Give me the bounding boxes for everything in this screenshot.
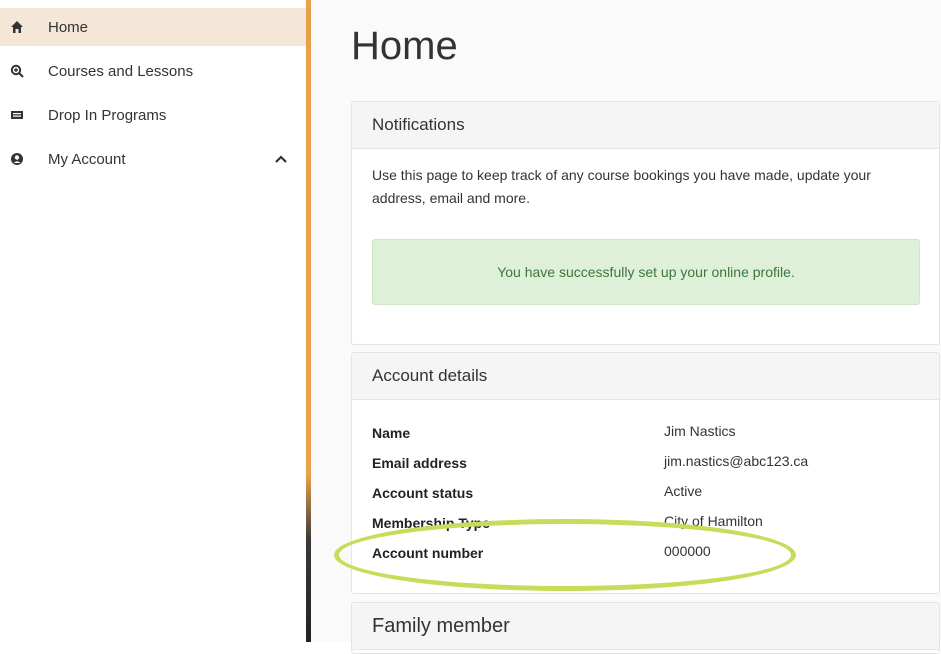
detail-value: Active <box>664 483 703 499</box>
highlight-annotation <box>334 519 796 591</box>
detail-row-email: Email address jim.nastics@abc123.ca <box>372 453 912 485</box>
search-icon <box>10 64 24 78</box>
success-alert: You have successfully set up your online… <box>372 239 920 305</box>
ticket-icon <box>10 108 24 122</box>
notifications-header: Notifications <box>352 102 939 149</box>
success-message: You have successfully set up your online… <box>497 264 795 280</box>
account-details-header: Account details <box>352 353 939 400</box>
page-title: Home <box>351 24 458 68</box>
sidebar-item-drop-in[interactable]: Drop In Programs <box>0 96 306 134</box>
sidebar-item-my-account[interactable]: My Account <box>0 140 306 178</box>
sidebar-item-label: Drop In Programs <box>48 106 167 124</box>
sidebar: Home Courses and Lessons Drop In Program… <box>0 0 306 642</box>
detail-value: Jim Nastics <box>664 423 736 439</box>
detail-label: Name <box>372 425 411 441</box>
chevron-up-icon[interactable] <box>274 152 288 166</box>
sidebar-item-label: My Account <box>48 150 126 168</box>
family-member-panel: Family member <box>351 602 940 654</box>
detail-row-status: Account status Active <box>372 483 912 515</box>
sidebar-item-home[interactable]: Home <box>0 8 306 46</box>
user-circle-icon <box>10 152 24 166</box>
sidebar-item-courses[interactable]: Courses and Lessons <box>0 52 306 90</box>
sidebar-item-label: Courses and Lessons <box>48 62 194 80</box>
detail-value: jim.nastics@abc123.ca <box>664 453 809 469</box>
detail-label: Account status <box>372 485 474 501</box>
notifications-panel: Notifications Use this page to keep trac… <box>351 101 940 345</box>
notifications-text: Use this page to keep track of any cours… <box>372 167 871 206</box>
detail-row-name: Name Jim Nastics <box>372 423 912 455</box>
sidebar-item-label: Home <box>48 18 89 36</box>
home-icon <box>10 20 24 34</box>
family-member-header: Family member <box>352 603 939 650</box>
detail-label: Email address <box>372 455 467 471</box>
